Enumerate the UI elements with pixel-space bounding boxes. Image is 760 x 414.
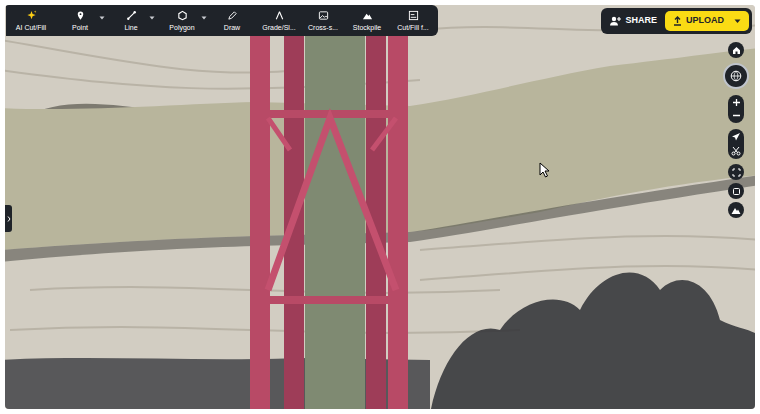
share-upload-bar: SHARE UPLOAD [601, 8, 752, 34]
chevron-down-icon [734, 19, 741, 24]
upload-button[interactable]: UPLOAD [665, 11, 749, 31]
mountain-icon [731, 206, 741, 215]
map-view[interactable]: AI Cut/FillPointLinePolygonDrawGrade/Sl.… [5, 5, 755, 409]
home-icon [732, 46, 741, 55]
fullscreen-icon [732, 168, 741, 177]
toolbar-item[interactable]: AI Cut/Fill [8, 5, 54, 36]
home-button[interactable] [728, 42, 744, 58]
cut-fill-icon [408, 10, 419, 21]
terrain-button[interactable] [728, 202, 744, 218]
person-add-icon [609, 16, 621, 26]
line-icon [126, 10, 137, 21]
tool-toolbar: AI Cut/FillPointLinePolygonDrawGrade/Sl.… [6, 5, 438, 36]
zoom-control [728, 95, 744, 123]
dropdown-chevron-icon[interactable] [99, 16, 105, 20]
share-button[interactable]: SHARE [609, 14, 657, 28]
side-panel-toggle[interactable] [5, 205, 12, 232]
view-button[interactable] [728, 183, 744, 199]
dropdown-chevron-icon[interactable] [201, 16, 207, 20]
slope-icon [274, 10, 285, 21]
compass-button[interactable] [723, 63, 749, 89]
toolbar-item[interactable]: Cross-s... [302, 5, 344, 36]
zoom-in-icon[interactable] [732, 98, 741, 107]
toolbar-item[interactable]: Line [106, 5, 156, 36]
chevron-right-icon [7, 216, 11, 222]
fullscreen-button[interactable] [728, 164, 744, 180]
zoom-out-icon[interactable] [732, 111, 741, 120]
toolbar-item[interactable]: Grade/Sl... [256, 5, 302, 36]
tool-control [728, 129, 744, 159]
stockpile-icon [362, 10, 373, 21]
globe-icon [730, 70, 742, 82]
pen-icon [227, 10, 238, 21]
square-icon [732, 187, 741, 196]
toolbar-item[interactable]: Cut/Fill f... [390, 5, 436, 36]
aerial-photo [5, 5, 755, 409]
toolbar-item[interactable]: Polygon [156, 5, 208, 36]
scissors-icon[interactable] [731, 146, 741, 156]
dropdown-chevron-icon[interactable] [149, 16, 155, 20]
cursor-icon [539, 162, 551, 178]
toolbar-item[interactable]: Draw [208, 5, 256, 36]
upload-icon [673, 16, 682, 26]
pin-icon [75, 10, 86, 21]
map-controls [723, 42, 749, 218]
cross-section-icon [318, 10, 329, 21]
toolbar-item[interactable]: Point [54, 5, 106, 36]
polygon-icon [177, 10, 188, 21]
toolbar-item[interactable]: Stockpile [344, 5, 390, 36]
plane-icon[interactable] [731, 132, 741, 142]
sparkle-icon [26, 10, 37, 21]
